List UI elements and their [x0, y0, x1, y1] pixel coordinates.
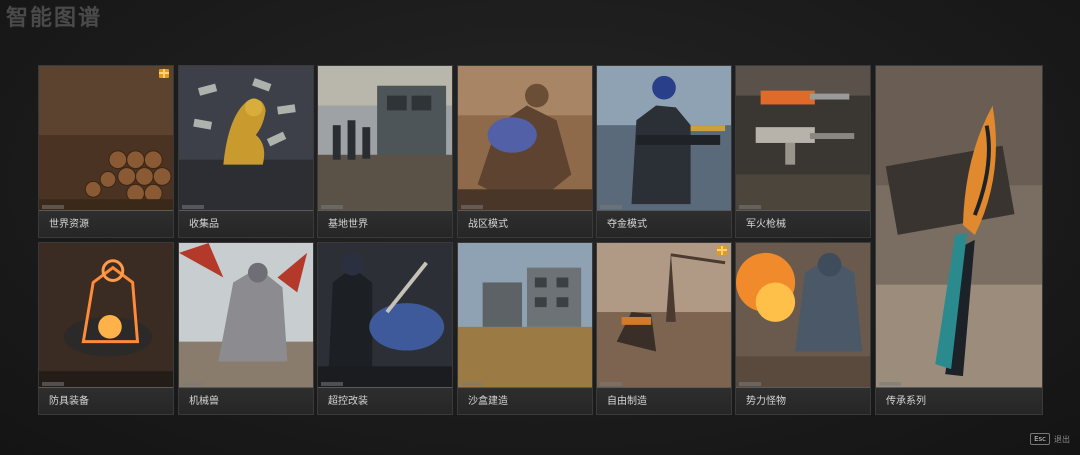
card-firearms[interactable]: 军火枪械	[735, 65, 871, 238]
card-footer: 超控改装	[318, 387, 452, 414]
card-armor-gear[interactable]: 防具装备	[38, 242, 174, 415]
catalog-grid: 世界资源 收集品 基地世界 战区模式 夺金模式 军火枪械 传承系列 防具装备 机…	[38, 65, 1043, 415]
card-gold-mode[interactable]: 夺金模式	[596, 65, 732, 238]
card-sandbox-build[interactable]: 沙盒建造	[457, 242, 593, 415]
card-label: 夺金模式	[607, 219, 647, 230]
card-override-mod[interactable]: 超控改装	[317, 242, 453, 415]
card-art-logs	[39, 66, 173, 211]
card-label: 超控改装	[328, 396, 368, 407]
card-footer: 传承系列	[876, 387, 1042, 414]
card-footer: 自由制造	[597, 387, 731, 414]
gift-icon	[717, 246, 727, 255]
card-faction-monsters[interactable]: 势力怪物	[735, 242, 871, 415]
card-label: 基地世界	[328, 219, 368, 230]
card-tag	[42, 205, 64, 209]
exit-label: 退出	[1054, 434, 1070, 444]
card-footer: 防具装备	[39, 387, 173, 414]
card-tag	[461, 382, 483, 386]
card-label: 势力怪物	[746, 396, 786, 407]
card-footer: 机械兽	[179, 387, 313, 414]
card-tag	[739, 205, 761, 209]
card-footer: 沙盒建造	[458, 387, 592, 414]
card-label: 自由制造	[607, 396, 647, 407]
card-art-soldier	[597, 66, 731, 211]
card-tag	[321, 382, 343, 386]
card-warzone-mode[interactable]: 战区模式	[457, 65, 593, 238]
card-footer: 战区模式	[458, 210, 592, 237]
gift-icon	[159, 69, 169, 78]
card-world-resources[interactable]: 世界资源	[38, 65, 174, 238]
card-tag	[182, 205, 204, 209]
esc-key: Esc	[1030, 433, 1050, 445]
card-art-explosion	[736, 243, 870, 388]
card-tag	[182, 382, 204, 386]
card-art-golden-lion	[179, 66, 313, 211]
card-free-craft[interactable]: 自由制造	[596, 242, 732, 415]
card-tag	[879, 382, 901, 386]
card-label: 沙盒建造	[468, 396, 508, 407]
card-tag	[600, 205, 622, 209]
card-art-base	[318, 66, 452, 211]
card-art-axe	[876, 66, 1042, 388]
card-label: 传承系列	[886, 396, 926, 407]
card-label: 军火枪械	[746, 219, 786, 230]
exit-hint[interactable]: Esc 退出	[1030, 433, 1070, 445]
card-tag	[461, 205, 483, 209]
card-footer: 势力怪物	[736, 387, 870, 414]
card-label: 机械兽	[189, 396, 219, 407]
card-collectibles[interactable]: 收集品	[178, 65, 314, 238]
card-label: 防具装备	[49, 396, 89, 407]
card-base-world[interactable]: 基地世界	[317, 65, 453, 238]
card-label: 世界资源	[49, 219, 89, 230]
card-art-mech-soldier	[458, 66, 592, 211]
card-footer: 收集品	[179, 210, 313, 237]
card-label: 收集品	[189, 219, 219, 230]
card-legacy-series[interactable]: 传承系列	[875, 65, 1043, 415]
card-footer: 世界资源	[39, 210, 173, 237]
page-title: 智能图谱	[6, 6, 103, 31]
card-footer: 夺金模式	[597, 210, 731, 237]
card-art-guns	[736, 66, 870, 211]
card-footer: 基地世界	[318, 210, 452, 237]
card-tag	[42, 382, 64, 386]
card-tag	[321, 205, 343, 209]
card-label: 战区模式	[468, 219, 508, 230]
card-tag	[600, 382, 622, 386]
card-art-crane	[597, 243, 731, 388]
card-art-override	[318, 243, 452, 388]
card-footer: 军火枪械	[736, 210, 870, 237]
card-tag	[739, 382, 761, 386]
card-art-dragon	[179, 243, 313, 388]
card-mech-beast[interactable]: 机械兽	[178, 242, 314, 415]
card-art-armor	[39, 243, 173, 388]
card-art-sandbox	[458, 243, 592, 388]
